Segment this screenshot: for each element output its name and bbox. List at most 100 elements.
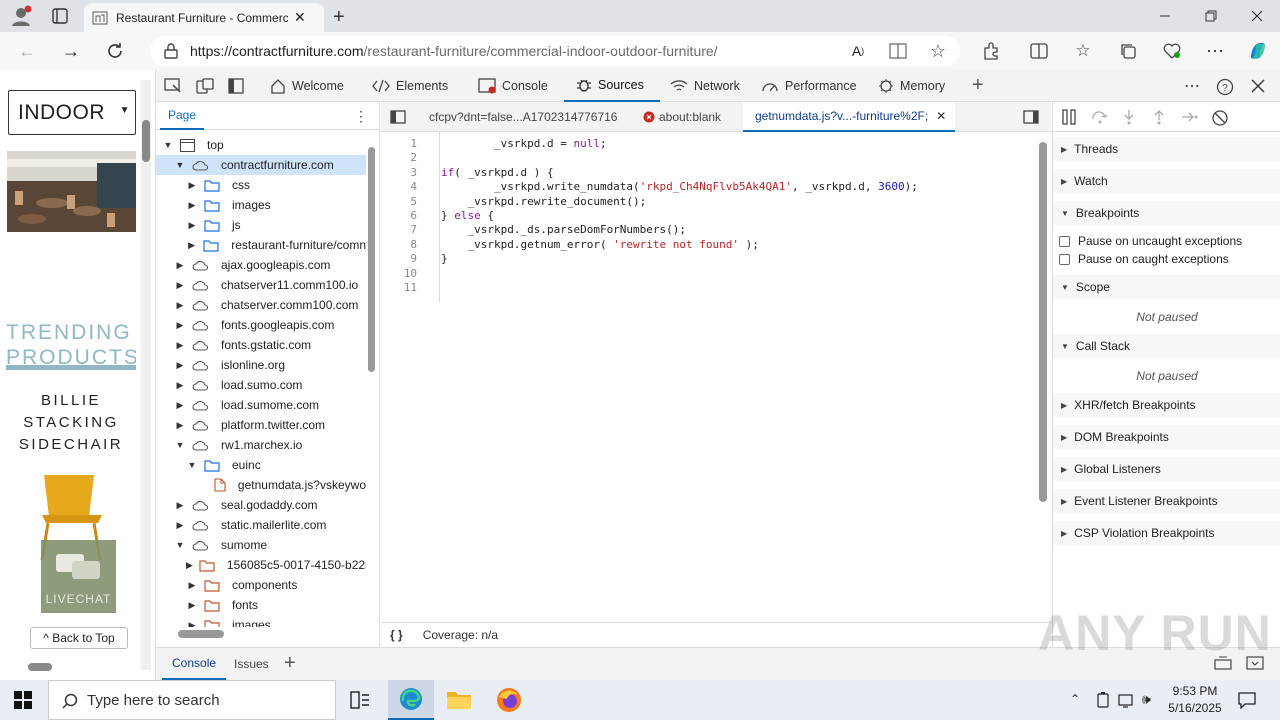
drawer-tab-issues[interactable]: Issues xyxy=(226,648,277,680)
tree-item[interactable]: ▶ images xyxy=(156,195,366,215)
expand-triangle-right-icon[interactable]: ▶ xyxy=(174,500,186,511)
restaurant-photo[interactable] xyxy=(7,151,136,232)
lock-icon[interactable] xyxy=(164,43,178,59)
tree-item[interactable]: ▼ rw1.marchex.io xyxy=(156,435,366,455)
tree-item[interactable]: ▶ css xyxy=(156,175,366,195)
code-line[interactable]: 4 _vsrkpd.write_numdata('rkpd_Ch4NqFlvb5… xyxy=(381,180,917,194)
watch-section[interactable]: ▶ Watch xyxy=(1053,169,1280,193)
read-aloud-icon[interactable]: A) xyxy=(843,36,873,66)
tab-welcome[interactable]: Welcome xyxy=(270,70,344,102)
dock-side-icon[interactable] xyxy=(228,78,244,94)
expand-triangle-down-icon[interactable]: ▼ xyxy=(186,460,198,470)
xhr-breakpoints-section[interactable]: ▶ XHR/fetch Breakpoints xyxy=(1053,393,1280,417)
tree-item[interactable]: ▶ chatserver11.comm100.io xyxy=(156,275,366,295)
edge-taskbar-button[interactable] xyxy=(388,680,434,720)
favorites-icon[interactable]: ☆ xyxy=(1068,36,1098,66)
taskbar-search-box[interactable]: Type here to search xyxy=(48,680,336,720)
expand-triangle-right-icon[interactable]: ▶ xyxy=(186,180,198,191)
back-to-top-button[interactable]: ^ Back to Top xyxy=(30,627,128,649)
url-field[interactable]: https://contractfurniture.com/restaurant… xyxy=(150,36,960,66)
tree-item[interactable]: ▼ euinc xyxy=(156,455,366,475)
editor-vscroll-thumb[interactable] xyxy=(1039,142,1047,502)
threads-section[interactable]: ▶ Threads xyxy=(1053,137,1280,161)
refresh-icon[interactable] xyxy=(100,36,130,66)
tree-item[interactable]: ▶ seal.godaddy.com xyxy=(156,495,366,515)
tree-vscroll-thumb[interactable] xyxy=(368,147,375,372)
line-number[interactable]: 5 xyxy=(381,195,417,209)
browser-tab[interactable]: Restaurant Furniture - Commerc ✕ xyxy=(84,3,324,32)
category-select[interactable]: INDOOR ▼ xyxy=(8,90,136,135)
line-number[interactable]: 8 xyxy=(381,238,417,252)
editor-tab-about-blank[interactable]: about:blank xyxy=(643,110,721,124)
performance-heart-icon[interactable] xyxy=(1157,36,1187,66)
code-line[interactable]: 10 xyxy=(381,267,441,281)
line-number[interactable]: 6 xyxy=(381,209,417,223)
tree-item[interactable]: ▼ contractfurniture.com xyxy=(156,155,366,175)
expand-triangle-right-icon[interactable]: ▶ xyxy=(174,520,186,531)
network-icon[interactable] xyxy=(1118,692,1136,708)
drawer-tab-console[interactable]: Console xyxy=(162,648,227,680)
page-vscrollbar[interactable] xyxy=(141,80,151,670)
close-tab-icon[interactable]: ✕ xyxy=(294,9,306,26)
tree-item[interactable]: ▶ ajax.googleapis.com xyxy=(156,255,366,275)
notifications-icon[interactable] xyxy=(1238,691,1256,709)
line-number[interactable]: 2 xyxy=(381,151,417,165)
pause-uncaught-checkbox[interactable]: Pause on uncaught exceptions xyxy=(1059,232,1242,250)
navigator-tab-page[interactable]: Page xyxy=(160,102,205,130)
product-title[interactable]: BILLIE STACKING SIDECHAIR xyxy=(6,390,136,450)
close-devtools-icon[interactable] xyxy=(1251,79,1265,93)
tree-item[interactable]: ▶ load.sumome.com xyxy=(156,395,366,415)
editor-tab-cfcpv[interactable]: cfcpv?dnt=false...A1702314776716 xyxy=(429,110,617,124)
code-line[interactable]: 8 _vsrkpd.getnum_error( 'rewrite not fou… xyxy=(381,238,759,252)
line-number[interactable]: 10 xyxy=(381,267,417,281)
expand-triangle-right-icon[interactable]: ▶ xyxy=(186,580,198,591)
expand-triangle-down-icon[interactable]: ▼ xyxy=(174,440,186,450)
expand-triangle-right-icon[interactable]: ▶ xyxy=(186,200,198,211)
expand-triangle-right-icon[interactable]: ▶ xyxy=(186,220,198,231)
expand-triangle-right-icon[interactable]: ▶ xyxy=(174,260,186,271)
expand-triangle-right-icon[interactable]: ▶ xyxy=(186,560,193,571)
collections-icon[interactable] xyxy=(1113,36,1143,66)
expand-triangle-right-icon[interactable]: ▶ xyxy=(186,620,198,628)
event-listener-breakpoints-section[interactable]: ▶ Event Listener Breakpoints xyxy=(1053,489,1280,513)
tab-memory[interactable]: Memory xyxy=(878,70,945,102)
close-window-icon[interactable] xyxy=(1234,0,1280,32)
tree-item[interactable]: getnumdata.js?vskeywo xyxy=(156,475,366,495)
line-number[interactable]: 7 xyxy=(381,223,417,237)
code-line[interactable]: 2 xyxy=(381,151,441,165)
tab-sources[interactable]: Sources xyxy=(564,70,660,102)
tab-elements[interactable]: Elements xyxy=(372,70,448,102)
back-icon[interactable]: ← xyxy=(12,36,42,66)
tree-item[interactable]: ▶ js xyxy=(156,215,366,235)
tree-item[interactable]: ▶ fonts xyxy=(156,595,366,615)
code-line[interactable]: 3 if( _vsrkpd.d ) { xyxy=(381,166,553,180)
code-lines[interactable]: 1 _vsrkpd.d = null; 2 3 if( _vsrkpd.d ) {4 … xyxy=(381,137,1031,297)
toggle-debugger-icon[interactable] xyxy=(1023,110,1039,124)
line-number[interactable]: 11 xyxy=(381,281,417,295)
new-tab-icon[interactable]: + xyxy=(333,6,345,29)
expand-triangle-right-icon[interactable]: ▶ xyxy=(174,320,186,331)
tab-console[interactable]: Console xyxy=(478,70,548,102)
deactivate-breakpoints-icon[interactable] xyxy=(1211,109,1229,127)
expand-triangle-right-icon[interactable]: ▶ xyxy=(174,380,186,391)
minimize-icon[interactable] xyxy=(1142,0,1188,32)
tree-item[interactable]: ▼ top xyxy=(156,135,366,155)
line-number[interactable]: 4 xyxy=(381,180,417,194)
volume-icon[interactable]: 🕪 xyxy=(1142,691,1151,708)
code-line[interactable]: 5 _vsrkpd.rewrite_document(); xyxy=(381,195,646,209)
pretty-print-button[interactable]: { } xyxy=(390,628,403,642)
line-number[interactable]: 3 xyxy=(381,166,417,180)
tree-item[interactable]: ▶ fonts.googleapis.com xyxy=(156,315,366,335)
tree-item[interactable]: ▼ sumome xyxy=(156,535,366,555)
pause-caught-checkbox[interactable]: Pause on caught exceptions xyxy=(1059,250,1229,268)
expand-triangle-right-icon[interactable]: ▶ xyxy=(174,420,186,431)
dom-breakpoints-section[interactable]: ▶ DOM Breakpoints xyxy=(1053,425,1280,449)
battery-icon[interactable] xyxy=(1096,692,1110,708)
expand-triangle-right-icon[interactable]: ▶ xyxy=(174,360,186,371)
devtools-menu-icon[interactable]: ⋯ xyxy=(1184,76,1200,96)
firefox-icon[interactable] xyxy=(496,687,522,713)
tree-item[interactable]: ▶ fonts.gstatic.com xyxy=(156,335,366,355)
csp-violation-breakpoints-section[interactable]: ▶ CSP Violation Breakpoints xyxy=(1053,521,1280,545)
tree-item[interactable]: ▶ islonline.org xyxy=(156,355,366,375)
file-explorer-icon[interactable] xyxy=(446,688,472,710)
